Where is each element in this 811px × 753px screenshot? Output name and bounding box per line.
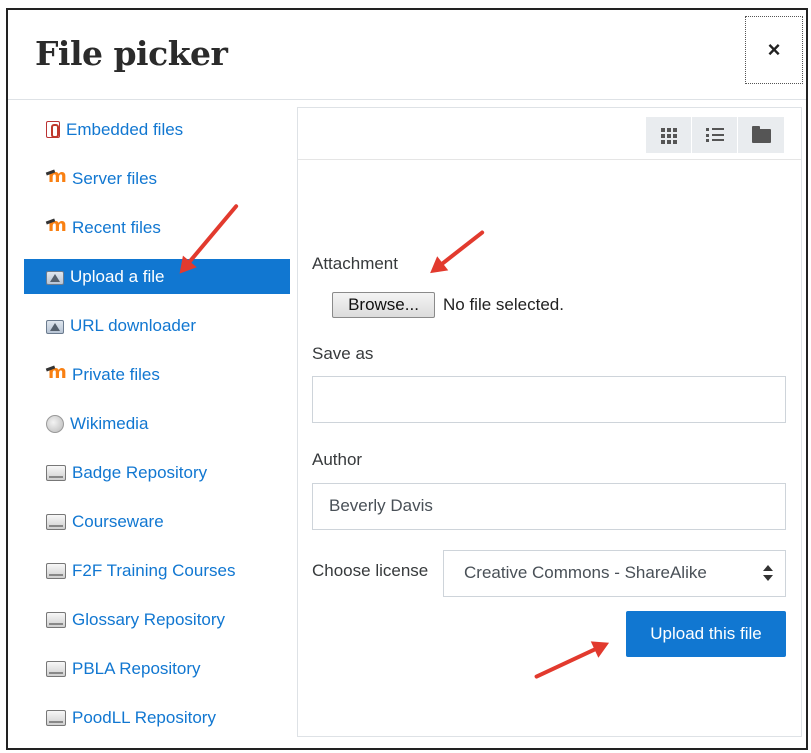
sidebar-item-private-files[interactable]: Private files — [24, 357, 290, 392]
sidebar-item-embedded-files[interactable]: Embedded files — [24, 112, 290, 147]
paperclip-icon — [46, 121, 60, 138]
sidebar-item-pbla-repository[interactable]: PBLA Repository — [24, 651, 290, 686]
sidebar-item-badge-repository[interactable]: Badge Repository — [24, 455, 290, 490]
folder-view-icon — [751, 126, 771, 143]
repository-icon — [46, 562, 66, 579]
close-button[interactable]: × — [745, 16, 803, 84]
sidebar-item-label: Private files — [72, 364, 160, 384]
moodle-icon — [46, 362, 67, 384]
author-input[interactable]: Beverly Davis — [312, 483, 786, 530]
repository-icon — [46, 709, 66, 726]
sidebar-item-label: Recent files — [72, 217, 161, 237]
browse-button[interactable]: Browse... — [332, 292, 435, 318]
repository-sidebar: Embedded files Server files Recent files… — [24, 112, 290, 749]
sidebar-item-glossary-repository[interactable]: Glossary Repository — [24, 602, 290, 637]
view-mode-group — [646, 117, 784, 153]
sidebar-item-label: Server files — [72, 168, 158, 188]
sidebar-item-recent-files[interactable]: Recent files — [24, 210, 290, 245]
list-view-button[interactable] — [692, 117, 738, 153]
sidebar-item-f2f-training-courses[interactable]: F2F Training Courses — [24, 553, 290, 588]
author-label: Author — [312, 450, 363, 469]
save-as-label: Save as — [312, 344, 374, 363]
moodle-icon — [46, 166, 67, 188]
moodle-icon — [46, 215, 67, 237]
sidebar-item-label: PoodLL Repository — [72, 707, 216, 727]
grid-view-icon — [660, 128, 677, 144]
sidebar-item-label: Upload a file — [70, 266, 165, 286]
upload-this-file-button[interactable]: Upload this file — [626, 611, 786, 657]
file-status-text: No file selected. — [443, 295, 564, 314]
sidebar-item-label: F2F Training Courses — [72, 560, 236, 580]
save-as-input[interactable] — [312, 376, 786, 423]
license-select[interactable]: Creative Commons - ShareAlike — [443, 550, 786, 597]
license-label: Choose license — [312, 561, 429, 580]
repository-icon — [46, 660, 66, 677]
upload-panel: Attachment Browse... No file selected. S… — [297, 107, 802, 737]
sidebar-item-server-files[interactable]: Server files — [24, 161, 290, 196]
sidebar-item-url-downloader[interactable]: URL downloader — [24, 308, 290, 343]
license-select-value: Creative Commons - ShareAlike — [464, 563, 707, 582]
close-icon: × — [767, 37, 781, 62]
sidebar-item-label: Embedded files — [66, 119, 184, 139]
dialog-title: File picker — [35, 34, 228, 73]
list-view-icon — [705, 128, 724, 142]
sidebar-item-label: URL downloader — [70, 315, 196, 335]
attachment-label: Attachment — [312, 254, 398, 273]
grid-view-button[interactable] — [646, 117, 692, 153]
globe-icon — [46, 414, 64, 433]
repository-icon — [46, 464, 66, 481]
view-toolbar — [298, 108, 801, 160]
select-arrows-icon — [763, 564, 773, 582]
file-picker-dialog: File picker × Embedded files Server file… — [6, 8, 808, 750]
repository-icon — [46, 611, 66, 628]
repository-icon — [46, 513, 66, 530]
sidebar-item-label: Courseware — [72, 511, 164, 531]
sidebar-item-courseware[interactable]: Courseware — [24, 504, 290, 539]
dialog-header: File picker × — [8, 10, 806, 100]
upload-icon — [46, 271, 64, 285]
upload-icon — [46, 320, 64, 334]
sidebar-item-upload-a-file[interactable]: Upload a file — [24, 259, 290, 294]
sidebar-item-label: Glossary Repository — [72, 609, 226, 629]
sidebar-item-label: Badge Repository — [72, 462, 208, 482]
sidebar-item-label: Wikimedia — [70, 413, 149, 433]
sidebar-item-poodll-repository[interactable]: PoodLL Repository — [24, 700, 290, 735]
sidebar-item-wikimedia[interactable]: Wikimedia — [24, 406, 290, 441]
sidebar-item-label: PBLA Repository — [72, 658, 201, 678]
folder-view-button[interactable] — [738, 117, 784, 153]
